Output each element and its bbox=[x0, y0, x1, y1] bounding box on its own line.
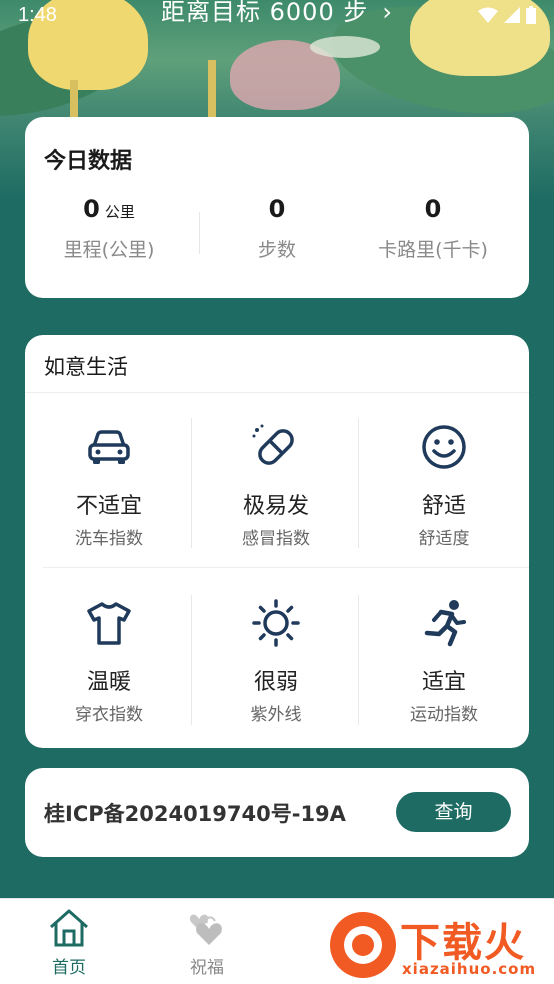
tile-label: 洗车指数 bbox=[75, 529, 143, 549]
flame-logo-icon bbox=[330, 912, 396, 978]
stat-label: 步数 bbox=[257, 239, 296, 261]
tile-value: 舒适 bbox=[421, 494, 466, 519]
tile-value: 适宜 bbox=[421, 670, 466, 695]
stat-value: 0 bbox=[83, 195, 100, 223]
pill-icon bbox=[251, 422, 301, 472]
stat-unit: 公里 bbox=[104, 203, 135, 221]
running-icon bbox=[419, 598, 469, 648]
tile-label: 运动指数 bbox=[410, 705, 478, 725]
tile-cold[interactable]: 极易发 感冒指数 bbox=[192, 422, 360, 582]
divider bbox=[25, 392, 529, 393]
chevron-right-icon: › bbox=[382, 0, 393, 26]
tile-car-wash[interactable]: 不适宜 洗车指数 bbox=[25, 422, 193, 582]
goal-text: 距离目标 6000 步 bbox=[161, 0, 369, 26]
shirt-icon bbox=[84, 598, 134, 648]
icp-card: 桂ICP备2024019740号-19A 查询 bbox=[25, 768, 529, 857]
life-index-title: 如意生活 bbox=[44, 355, 128, 379]
tile-value: 很弱 bbox=[253, 670, 298, 695]
life-index-card: 如意生活 不适宜 洗车指数 极易发 感冒指数 舒适 舒适度 温暖 穿衣指数 很弱… bbox=[25, 335, 529, 748]
stat-distance: 0 公里 里程(公里) bbox=[25, 195, 193, 262]
goal-link[interactable]: 距离目标 6000 步 › bbox=[0, 0, 554, 27]
stat-label: 卡路里(千卡) bbox=[378, 239, 488, 261]
tile-sport[interactable]: 适宜 运动指数 bbox=[360, 598, 528, 758]
tile-label: 感冒指数 bbox=[242, 529, 310, 549]
icp-text: 桂ICP备2024019740号-19A bbox=[44, 802, 346, 826]
stat-value: 0 bbox=[268, 195, 286, 223]
smile-icon bbox=[419, 422, 469, 472]
nav-label: 祝福 bbox=[190, 958, 224, 978]
tile-value: 极易发 bbox=[242, 494, 309, 519]
nav-label: 首页 bbox=[52, 958, 86, 978]
tile-value: 不适宜 bbox=[75, 494, 142, 519]
tile-value: 温暖 bbox=[86, 670, 131, 695]
stat-steps: 0 步数 bbox=[193, 195, 361, 262]
watermark-url: xiazaihuo.com bbox=[402, 960, 537, 978]
today-data-card: 今日数据 0 公里 里程(公里) 0 步数 0 卡路里(千卡) bbox=[25, 117, 529, 298]
tile-uv[interactable]: 很弱 紫外线 bbox=[192, 598, 360, 758]
query-button[interactable]: 查询 bbox=[396, 792, 511, 832]
today-data-title: 今日数据 bbox=[44, 149, 133, 174]
tile-label: 紫外线 bbox=[250, 705, 302, 725]
hearts-icon bbox=[185, 905, 229, 949]
stat-value: 0 bbox=[424, 195, 442, 223]
home-icon bbox=[47, 905, 91, 949]
nav-item-blessing[interactable]: 祝福 bbox=[167, 905, 247, 978]
tile-label: 穿衣指数 bbox=[75, 705, 143, 725]
stat-calories: 0 卡路里(千卡) bbox=[349, 195, 517, 262]
tile-dressing[interactable]: 温暖 穿衣指数 bbox=[25, 598, 193, 758]
watermark-logo: 下载火 xiazaihuo.com bbox=[326, 904, 554, 984]
stat-label: 里程(公里) bbox=[63, 239, 155, 261]
sun-icon bbox=[251, 598, 301, 648]
nav-item-home[interactable]: 首页 bbox=[29, 905, 109, 978]
tile-label: 舒适度 bbox=[418, 529, 470, 549]
car-icon bbox=[84, 422, 134, 472]
tile-comfort[interactable]: 舒适 舒适度 bbox=[360, 422, 528, 582]
